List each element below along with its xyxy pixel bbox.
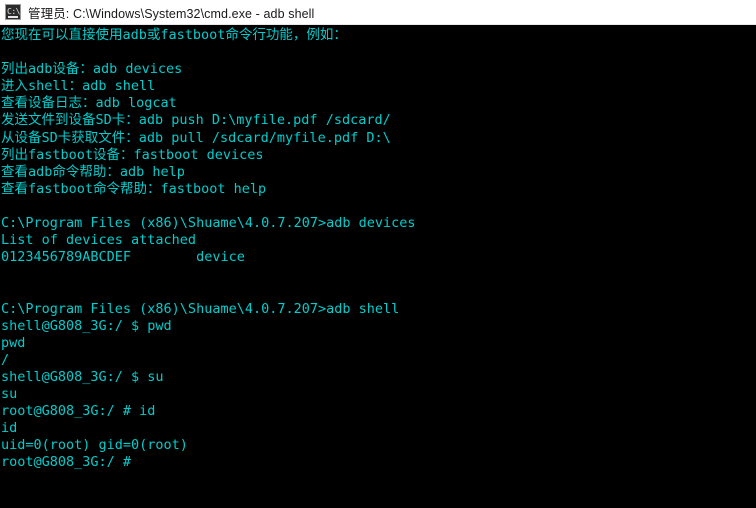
window-title: 管理员: C:\Windows\System32\cmd.exe - adb s… xyxy=(28,6,315,21)
console-line: su xyxy=(1,385,18,402)
console-line: C:\Program Files (x86)\Shuame\4.0.7.207>… xyxy=(1,300,400,317)
console-line: 查看设备日志：adb logcat xyxy=(1,95,177,112)
console-output-area[interactable]: 您现在可以直接使用adb或fastboot命令行功能，例如： 列出adb设备：a… xyxy=(0,25,756,508)
console-line: 列出fastboot设备：fastboot devices xyxy=(1,146,264,163)
cmd-window: C:\ 管理员: C:\Windows\System32\cmd.exe - a… xyxy=(0,0,756,508)
console-line: pwd xyxy=(1,334,26,351)
console-line: 列出adb设备：adb devices xyxy=(1,61,183,78)
console-line: root@G808_3G:/ # xyxy=(1,454,132,471)
console-line: shell@G808_3G:/ $ su xyxy=(1,368,164,385)
window-titlebar[interactable]: C:\ 管理员: C:\Windows\System32\cmd.exe - a… xyxy=(0,0,756,25)
console-line: List of devices attached xyxy=(1,232,197,249)
cmd-icon-underbar xyxy=(8,16,18,18)
console-line: 发送文件到设备SD卡：adb push D:\myfile.pdf /sdcar… xyxy=(1,112,391,129)
console-line: 查看adb命令帮助：adb help xyxy=(1,163,185,180)
console-line: 从设备SD卡获取文件：adb pull /sdcard/myfile.pdf D… xyxy=(1,129,391,146)
console-line: root@G808_3G:/ # id xyxy=(1,403,156,420)
console-line: C:\Program Files (x86)\Shuame\4.0.7.207>… xyxy=(1,215,416,232)
cmd-console-icon: C:\ xyxy=(5,4,21,20)
console-line: 查看fastboot命令帮助：fastboot help xyxy=(1,180,267,197)
console-line: 进入shell：adb shell xyxy=(1,78,156,95)
console-line: 您现在可以直接使用adb或fastboot命令行功能，例如： xyxy=(1,27,347,43)
console-line: uid=0(root) gid=0(root) xyxy=(1,437,188,454)
console-line: / xyxy=(1,351,10,368)
console-line-list: 您现在可以直接使用adb或fastboot命令行功能，例如： 列出adb设备：a… xyxy=(1,27,756,471)
console-line: shell@G808_3G:/ $ pwd xyxy=(1,317,172,334)
console-line: 0123456789ABCDEF device xyxy=(1,249,245,266)
console-line: id xyxy=(1,420,18,437)
